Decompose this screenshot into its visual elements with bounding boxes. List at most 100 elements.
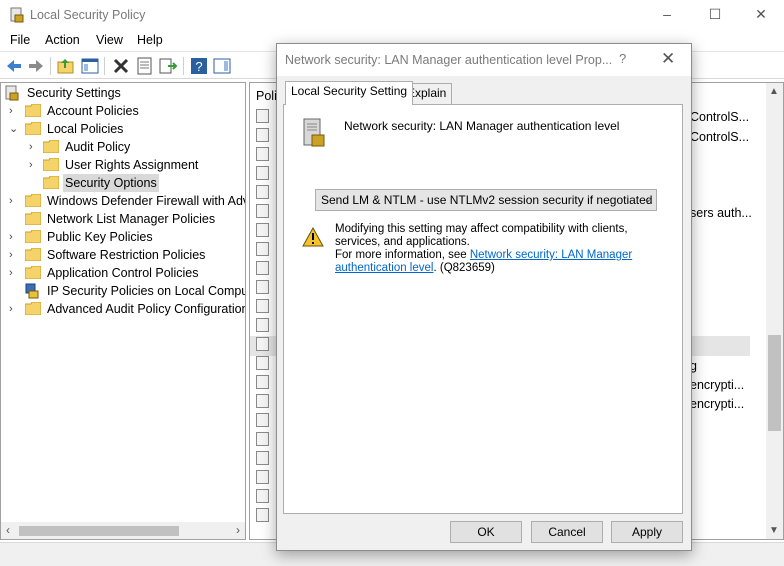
chevron-right-icon[interactable]: › bbox=[9, 246, 21, 264]
policy-name-label: Network security: LAN Manager authentica… bbox=[344, 119, 620, 133]
policy-row-icon bbox=[256, 413, 269, 427]
list-vertical-scrollbar[interactable]: ▲ ▼ bbox=[766, 83, 783, 539]
chevron-right-icon[interactable]: › bbox=[9, 192, 21, 210]
tree-item-label: Windows Defender Firewall with Adva bbox=[47, 194, 246, 208]
policy-row-icon bbox=[256, 356, 269, 370]
policy-row-icon bbox=[256, 166, 269, 180]
dialog-titlebar[interactable]: Network security: LAN Manager authentica… bbox=[277, 44, 691, 76]
toolbar-divider bbox=[50, 57, 51, 75]
chevron-down-icon[interactable]: ⌄ bbox=[644, 190, 652, 210]
scrollbar-thumb[interactable] bbox=[768, 335, 781, 431]
tree-item-label: User Rights Assignment bbox=[65, 158, 199, 172]
policy-row-icon bbox=[256, 451, 269, 465]
tab-local-security-setting[interactable]: Local Security Setting bbox=[285, 81, 414, 105]
folder-icon bbox=[25, 302, 41, 315]
svg-text:?: ? bbox=[195, 59, 202, 74]
scrollbar-thumb[interactable] bbox=[19, 526, 179, 536]
tree-item-label: Local Policies bbox=[47, 122, 124, 136]
tree-item-label: IP Security Policies on Local Compute bbox=[47, 284, 246, 298]
tab-panel: Network security: LAN Manager authentica… bbox=[283, 104, 683, 514]
security-settings-icon bbox=[5, 85, 19, 101]
folder-icon bbox=[43, 176, 59, 189]
warning-message: Modifying this setting may affect compat… bbox=[335, 223, 665, 275]
tree-item-label: Security Settings bbox=[27, 86, 121, 100]
show-action-pane-icon[interactable] bbox=[212, 56, 232, 76]
dialog-close-button[interactable]: ✕ bbox=[661, 49, 675, 69]
list-item-text: encrypti... bbox=[690, 397, 745, 411]
policy-row-icon bbox=[256, 204, 269, 218]
tree-item-label: Advanced Audit Policy Configuration bbox=[47, 302, 246, 316]
policy-row-icon bbox=[256, 147, 269, 161]
apply-button[interactable]: Apply bbox=[611, 521, 683, 543]
policy-row-icon bbox=[256, 318, 269, 332]
policy-row-icon bbox=[256, 223, 269, 237]
dialog-help-button[interactable]: ? bbox=[619, 51, 626, 66]
ip-security-icon bbox=[25, 283, 39, 299]
policy-row-icon bbox=[256, 299, 269, 313]
menu-file[interactable]: File bbox=[10, 33, 30, 47]
show-hide-tree-icon[interactable] bbox=[80, 56, 100, 76]
scroll-left-arrow-icon[interactable]: ‹ bbox=[6, 523, 10, 537]
tree-item-label: Security Options bbox=[63, 174, 159, 192]
policy-row-icon bbox=[256, 375, 269, 389]
minimize-button[interactable]: – bbox=[644, 0, 690, 30]
dialog-title: Network security: LAN Manager authentica… bbox=[285, 53, 613, 67]
back-arrow-icon[interactable] bbox=[4, 56, 24, 76]
chevron-right-icon[interactable]: › bbox=[9, 102, 21, 120]
security-policy-icon bbox=[10, 7, 24, 23]
close-button[interactable]: ✕ bbox=[738, 0, 784, 30]
warning-line: Modifying this setting may affect compat… bbox=[335, 223, 628, 248]
scroll-right-arrow-icon[interactable]: › bbox=[236, 523, 240, 537]
chevron-right-icon[interactable]: › bbox=[9, 264, 21, 282]
folder-open-icon bbox=[25, 122, 41, 135]
server-policy-icon bbox=[303, 118, 325, 147]
folder-icon bbox=[25, 248, 41, 261]
tree-item-label: Account Policies bbox=[47, 104, 139, 118]
tree-item-label: Application Control Policies bbox=[47, 266, 199, 280]
tree-horizontal-scrollbar[interactable]: ‹ › bbox=[1, 522, 245, 539]
cancel-button[interactable]: Cancel bbox=[531, 521, 603, 543]
policy-row-icon bbox=[256, 185, 269, 199]
delete-icon[interactable] bbox=[111, 56, 131, 76]
export-list-icon[interactable] bbox=[158, 56, 178, 76]
up-folder-icon[interactable] bbox=[56, 56, 76, 76]
chevron-right-icon[interactable]: › bbox=[9, 300, 21, 318]
toolbar-divider bbox=[104, 57, 105, 75]
chevron-right-icon[interactable]: › bbox=[29, 138, 41, 156]
policy-row-icon bbox=[256, 109, 269, 123]
tree-item-label: Software Restriction Policies bbox=[47, 248, 206, 262]
tree-item-label: Public Key Policies bbox=[47, 230, 153, 244]
ok-button[interactable]: OK bbox=[450, 521, 522, 543]
policy-row-icon bbox=[256, 337, 269, 351]
scroll-down-arrow-icon[interactable]: ▼ bbox=[769, 525, 779, 536]
main-titlebar: Local Security Policy – ☐ ✕ bbox=[0, 0, 784, 30]
auth-level-dropdown[interactable]: Send LM & NTLM - use NTLMv2 session secu… bbox=[315, 189, 657, 211]
window-title: Local Security Policy bbox=[30, 8, 146, 22]
help-icon[interactable]: ? bbox=[189, 56, 209, 76]
policy-row-icon bbox=[256, 394, 269, 408]
list-item-text: encrypti... bbox=[690, 378, 745, 392]
properties-dialog: Network security: LAN Manager authentica… bbox=[276, 43, 692, 551]
folder-icon bbox=[25, 266, 41, 279]
scroll-up-arrow-icon[interactable]: ▲ bbox=[769, 86, 779, 97]
policy-row-icon bbox=[256, 128, 269, 142]
list-item-text: sers auth... bbox=[690, 206, 752, 220]
policy-row-icon bbox=[256, 508, 269, 522]
properties-icon[interactable] bbox=[135, 56, 155, 76]
folder-icon bbox=[43, 158, 59, 171]
chevron-down-icon[interactable]: ⌄ bbox=[9, 120, 21, 138]
chevron-right-icon[interactable]: › bbox=[29, 156, 41, 174]
tree-item-label: Network List Manager Policies bbox=[47, 212, 216, 226]
folder-icon bbox=[25, 194, 41, 207]
menu-action[interactable]: Action bbox=[45, 33, 80, 47]
menu-help[interactable]: Help bbox=[137, 33, 163, 47]
tree-item-label: Audit Policy bbox=[65, 140, 131, 154]
policy-row-icon bbox=[256, 261, 269, 275]
menu-view[interactable]: View bbox=[96, 33, 123, 47]
chevron-right-icon[interactable]: › bbox=[9, 228, 21, 246]
folder-icon bbox=[25, 212, 41, 225]
forward-arrow-icon[interactable] bbox=[26, 56, 46, 76]
policy-row-icon bbox=[256, 489, 269, 503]
folder-icon bbox=[25, 230, 41, 243]
maximize-button[interactable]: ☐ bbox=[692, 0, 738, 30]
